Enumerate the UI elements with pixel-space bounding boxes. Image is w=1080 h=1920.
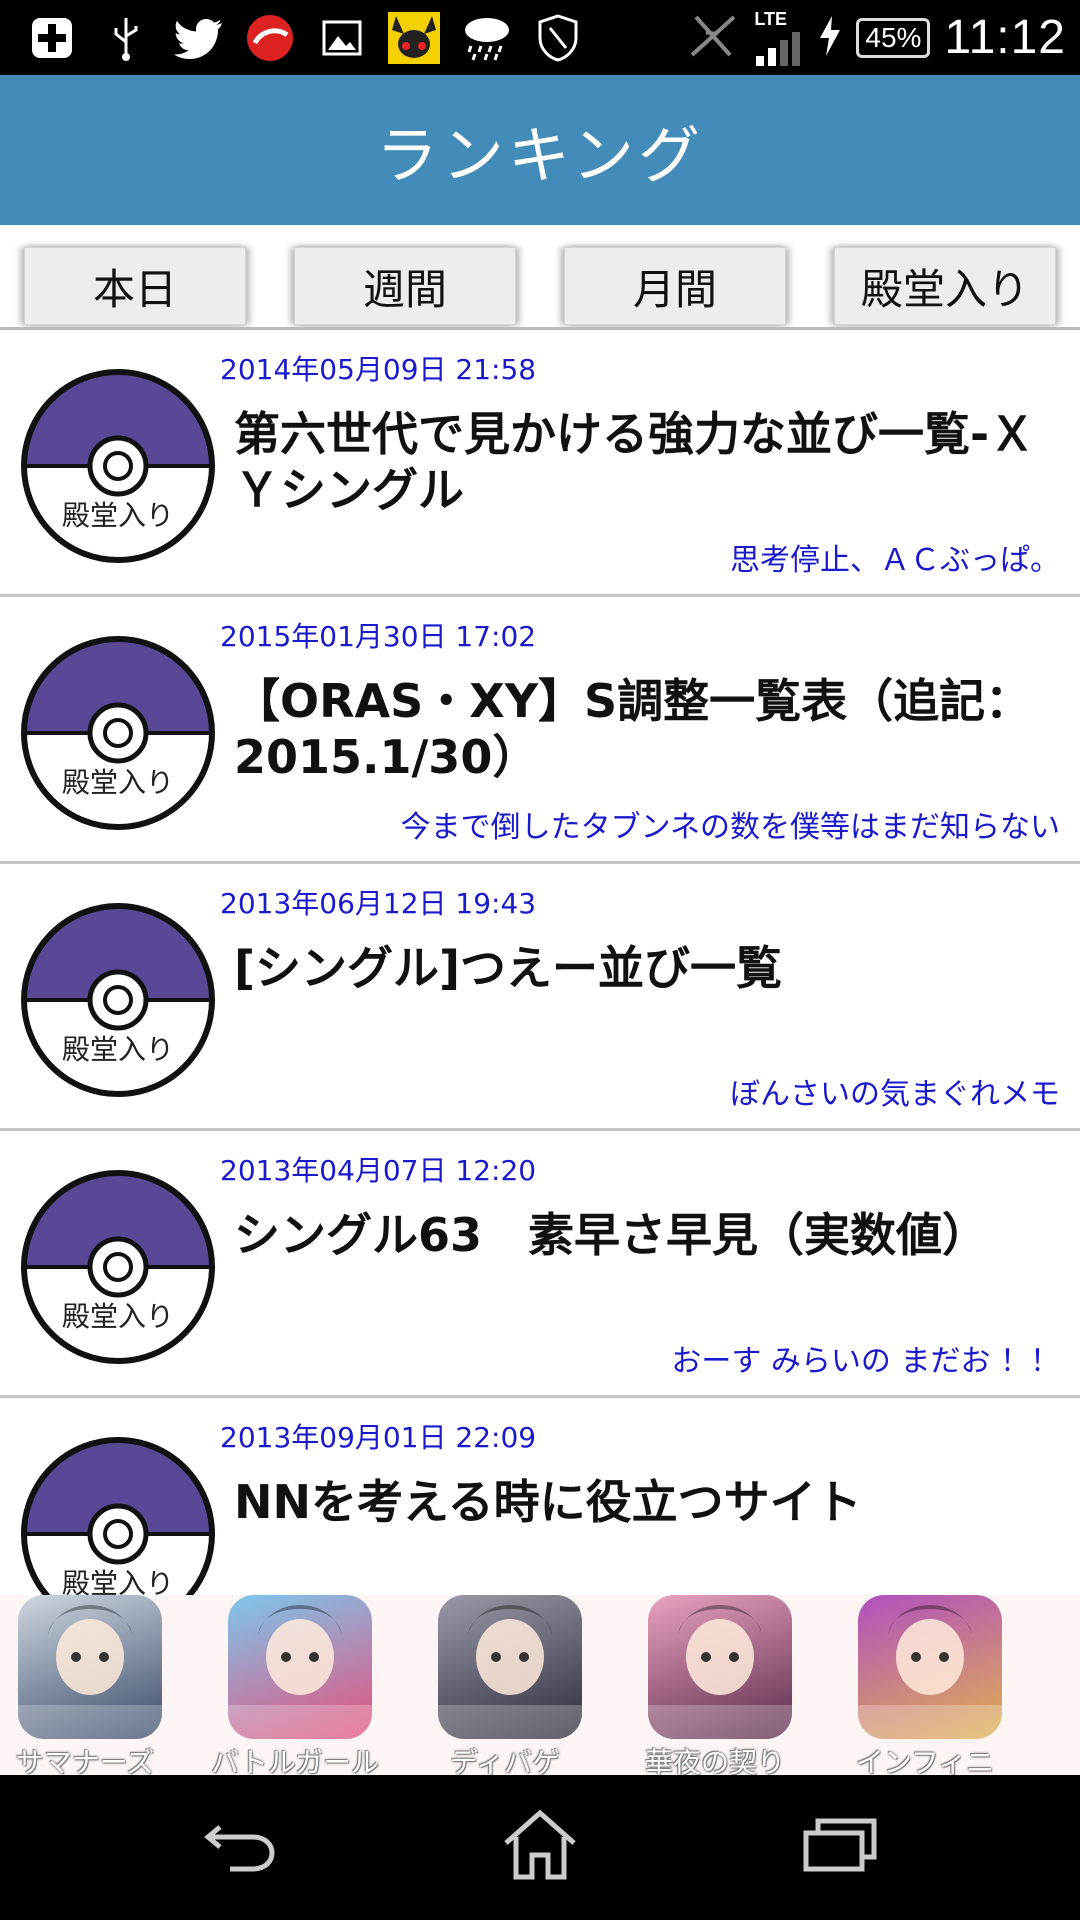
post-date: 2013年04月07日 12:20 — [220, 1154, 537, 1187]
rank-number: 2位 — [91, 661, 145, 699]
ranking-row[interactable]: 4位 殿堂入り 2013年04月07日 12:20 シングル63 素早さ早見（実… — [0, 1131, 1080, 1398]
mute-icon — [686, 11, 740, 65]
clock: 11:12 — [944, 11, 1066, 64]
site-name[interactable]: 思考停止、ＡＣぶっぱ。 — [730, 535, 1060, 579]
weather-icon — [460, 12, 514, 64]
navigation-bar — [0, 1775, 1080, 1920]
ad-app-item[interactable]: ディバゲ — [430, 1595, 582, 1779]
rank-number: 1位 — [91, 394, 145, 432]
ranking-row[interactable]: 5位 殿堂入り 2013年09月01日 22:09 NNを考える時に役立つサイト — [0, 1398, 1080, 1595]
tab-hall-of-fame[interactable]: 殿堂入り — [834, 247, 1056, 325]
article-title[interactable]: 【ORAS・XY】S調整一覧表（追記：2015.1/30） — [234, 673, 1054, 785]
plus-icon — [26, 12, 78, 64]
article-title[interactable]: シングル63 素早さ早見（実数値） — [234, 1207, 1054, 1263]
app-thumbnail-icon — [648, 1595, 792, 1739]
pokeball-rank-icon: 3位 殿堂入り — [18, 900, 218, 1100]
rank-number: 5位 — [91, 1462, 145, 1500]
hall-of-fame-label: 殿堂入り — [61, 1300, 174, 1333]
back-icon[interactable] — [180, 1795, 300, 1895]
ranking-row[interactable]: 3位 殿堂入り 2013年06月12日 19:43 [シングル]つえー並び一覧 … — [0, 864, 1080, 1131]
app-thumbnail-icon — [438, 1595, 582, 1739]
pokeball-rank-icon: 1位 殿堂入り — [18, 366, 218, 566]
charging-icon — [818, 15, 842, 60]
ad-app-item[interactable]: 華夜の契り — [640, 1595, 792, 1779]
tab-weekly[interactable]: 週間 — [294, 247, 516, 325]
ad-app-item[interactable]: インフィニ — [850, 1595, 1002, 1779]
app-header: ランキング — [0, 75, 1080, 225]
site-name[interactable]: ぼんさいの気まぐれメモ — [730, 1069, 1060, 1113]
pikachu-app-icon — [388, 12, 440, 64]
pokeball-rank-icon: 2位 殿堂入り — [18, 633, 218, 833]
network-type: LTE — [754, 9, 788, 29]
ranking-list: 1位 殿堂入り 2014年05月09日 21:58 第六世代で見かける強力な並び… — [0, 330, 1080, 1595]
status-bar: LTE 45% 11:12 — [0, 0, 1080, 75]
pokeball-rank-icon: 4位 殿堂入り — [18, 1167, 218, 1367]
page-title: ランキング — [375, 119, 705, 192]
post-date: 2014年05月09日 21:58 — [220, 353, 537, 386]
rank-number: 3位 — [91, 928, 145, 966]
tab-monthly[interactable]: 月間 — [564, 247, 786, 325]
app-thumbnail-icon — [228, 1595, 372, 1739]
app-thumbnail-icon — [858, 1595, 1002, 1739]
hall-of-fame-label: 殿堂入り — [61, 1567, 174, 1595]
article-title[interactable]: [シングル]つえー並び一覧 — [234, 940, 1054, 996]
app-ad-bar: サマナーズ バトルガール ディバゲ 華夜の契り インフィニ — [0, 1595, 1080, 1779]
site-name[interactable]: おーす みらいの まだお ！！ — [671, 1336, 1060, 1380]
article-title[interactable]: 第六世代で見かける強力な並び一覧-ＸＹシングル — [234, 406, 1054, 518]
battery-indicator: 45% — [856, 17, 931, 58]
hall-of-fame-label: 殿堂入り — [61, 1033, 174, 1066]
image-icon — [320, 12, 364, 64]
recent-apps-icon[interactable] — [780, 1795, 900, 1895]
tab-today[interactable]: 本日 — [24, 247, 246, 325]
security-app-icon — [244, 12, 296, 64]
ranking-row[interactable]: 1位 殿堂入り 2014年05月09日 21:58 第六世代で見かける強力な並び… — [0, 330, 1080, 597]
hall-of-fame-label: 殿堂入り — [61, 766, 174, 799]
home-icon[interactable] — [480, 1795, 600, 1895]
ranking-row[interactable]: 2位 殿堂入り 2015年01月30日 17:02 【ORAS・XY】S調整一覧… — [0, 597, 1080, 864]
twitter-icon — [172, 12, 226, 64]
hall-of-fame-label: 殿堂入り — [61, 499, 174, 532]
post-date: 2013年06月12日 19:43 — [220, 887, 537, 920]
pokeball-rank-icon: 5位 殿堂入り — [18, 1434, 218, 1595]
ad-app-item[interactable]: サマナーズ — [10, 1595, 162, 1779]
app-thumbnail-icon — [18, 1595, 162, 1739]
article-title[interactable]: NNを考える時に役立つサイト — [234, 1474, 1054, 1530]
post-date: 2015年01月30日 17:02 — [220, 620, 537, 653]
usb-icon — [104, 12, 148, 64]
ad-app-item[interactable]: バトルガール — [211, 1595, 379, 1779]
site-name[interactable]: 今まで倒したタブンネの数を僕等はまだ知らない — [401, 802, 1060, 846]
period-tabs: 本日 週間 月間 殿堂入り — [0, 225, 1080, 331]
post-date: 2013年09月01日 22:09 — [220, 1421, 537, 1454]
rank-number: 4位 — [91, 1195, 145, 1233]
signal-icon: LTE — [754, 9, 804, 66]
shield-icon — [534, 12, 582, 64]
